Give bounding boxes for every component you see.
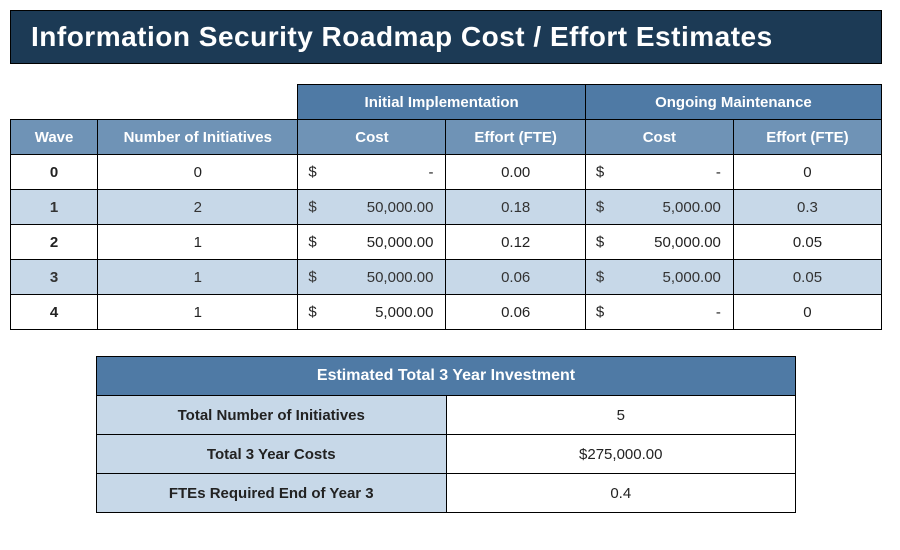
cell-init: 2 [98, 190, 298, 225]
summary-value: $275,000.00 [446, 435, 796, 474]
cell-cost-ongoing: $50,000.00 [585, 225, 733, 260]
cell-effort-initial: 0.12 [446, 225, 585, 260]
cell-init: 1 [98, 295, 298, 330]
summary-label: Total 3 Year Costs [97, 435, 447, 474]
summary-value: 0.4 [446, 474, 796, 513]
table-row: 4 1 $5,000.00 0.06 $- 0 [11, 295, 882, 330]
cell-wave: 1 [11, 190, 98, 225]
cell-cost-ongoing: $5,000.00 [585, 260, 733, 295]
cell-effort-initial: 0.06 [446, 260, 585, 295]
col-cost-ongoing: Cost [585, 120, 733, 155]
cell-effort-ongoing: 0.3 [733, 190, 881, 225]
cell-cost-ongoing: $5,000.00 [585, 190, 733, 225]
cell-cost-initial: $50,000.00 [298, 190, 446, 225]
table-row: 2 1 $50,000.00 0.12 $50,000.00 0.05 [11, 225, 882, 260]
cell-effort-ongoing: 0.05 [733, 225, 881, 260]
cell-init: 0 [98, 155, 298, 190]
table-row: 1 2 $50,000.00 0.18 $5,000.00 0.3 [11, 190, 882, 225]
summary-table: Estimated Total 3 Year Investment Total … [96, 356, 796, 513]
col-effort-ongoing: Effort (FTE) [733, 120, 881, 155]
col-effort-initial: Effort (FTE) [446, 120, 585, 155]
summary-row: Total Number of Initiatives 5 [97, 396, 796, 435]
cell-effort-ongoing: 0.05 [733, 260, 881, 295]
col-initiatives: Number of Initiatives [98, 120, 298, 155]
cell-effort-initial: 0.00 [446, 155, 585, 190]
col-cost-initial: Cost [298, 120, 446, 155]
cell-wave: 3 [11, 260, 98, 295]
table-row: 0 0 $- 0.00 $- 0 [11, 155, 882, 190]
page-title: Information Security Roadmap Cost / Effo… [31, 21, 861, 53]
col-group-initial: Initial Implementation [298, 85, 585, 120]
col-group-ongoing: Ongoing Maintenance [585, 85, 881, 120]
cell-effort-ongoing: 0 [733, 155, 881, 190]
col-wave: Wave [11, 120, 98, 155]
page-title-bar: Information Security Roadmap Cost / Effo… [10, 10, 882, 64]
summary-row: Total 3 Year Costs $275,000.00 [97, 435, 796, 474]
cell-effort-initial: 0.18 [446, 190, 585, 225]
cell-cost-initial: $50,000.00 [298, 225, 446, 260]
cell-wave: 0 [11, 155, 98, 190]
cost-table-area: Initial Implementation Ongoing Maintenan… [0, 64, 900, 513]
summary-value: 5 [446, 396, 796, 435]
summary-title: Estimated Total 3 Year Investment [97, 357, 796, 396]
summary-row: FTEs Required End of Year 3 0.4 [97, 474, 796, 513]
cell-cost-initial: $50,000.00 [298, 260, 446, 295]
cell-init: 1 [98, 260, 298, 295]
cell-cost-ongoing: $- [585, 295, 733, 330]
summary-area: Estimated Total 3 Year Investment Total … [96, 356, 796, 513]
cell-wave: 2 [11, 225, 98, 260]
cell-cost-ongoing: $- [585, 155, 733, 190]
summary-label: Total Number of Initiatives [97, 396, 447, 435]
cell-cost-initial: $5,000.00 [298, 295, 446, 330]
table-row: 3 1 $50,000.00 0.06 $5,000.00 0.05 [11, 260, 882, 295]
cell-wave: 4 [11, 295, 98, 330]
cell-init: 1 [98, 225, 298, 260]
cell-cost-initial: $- [298, 155, 446, 190]
cell-effort-initial: 0.06 [446, 295, 585, 330]
cell-effort-ongoing: 0 [733, 295, 881, 330]
summary-label: FTEs Required End of Year 3 [97, 474, 447, 513]
cost-effort-table: Initial Implementation Ongoing Maintenan… [10, 84, 882, 330]
